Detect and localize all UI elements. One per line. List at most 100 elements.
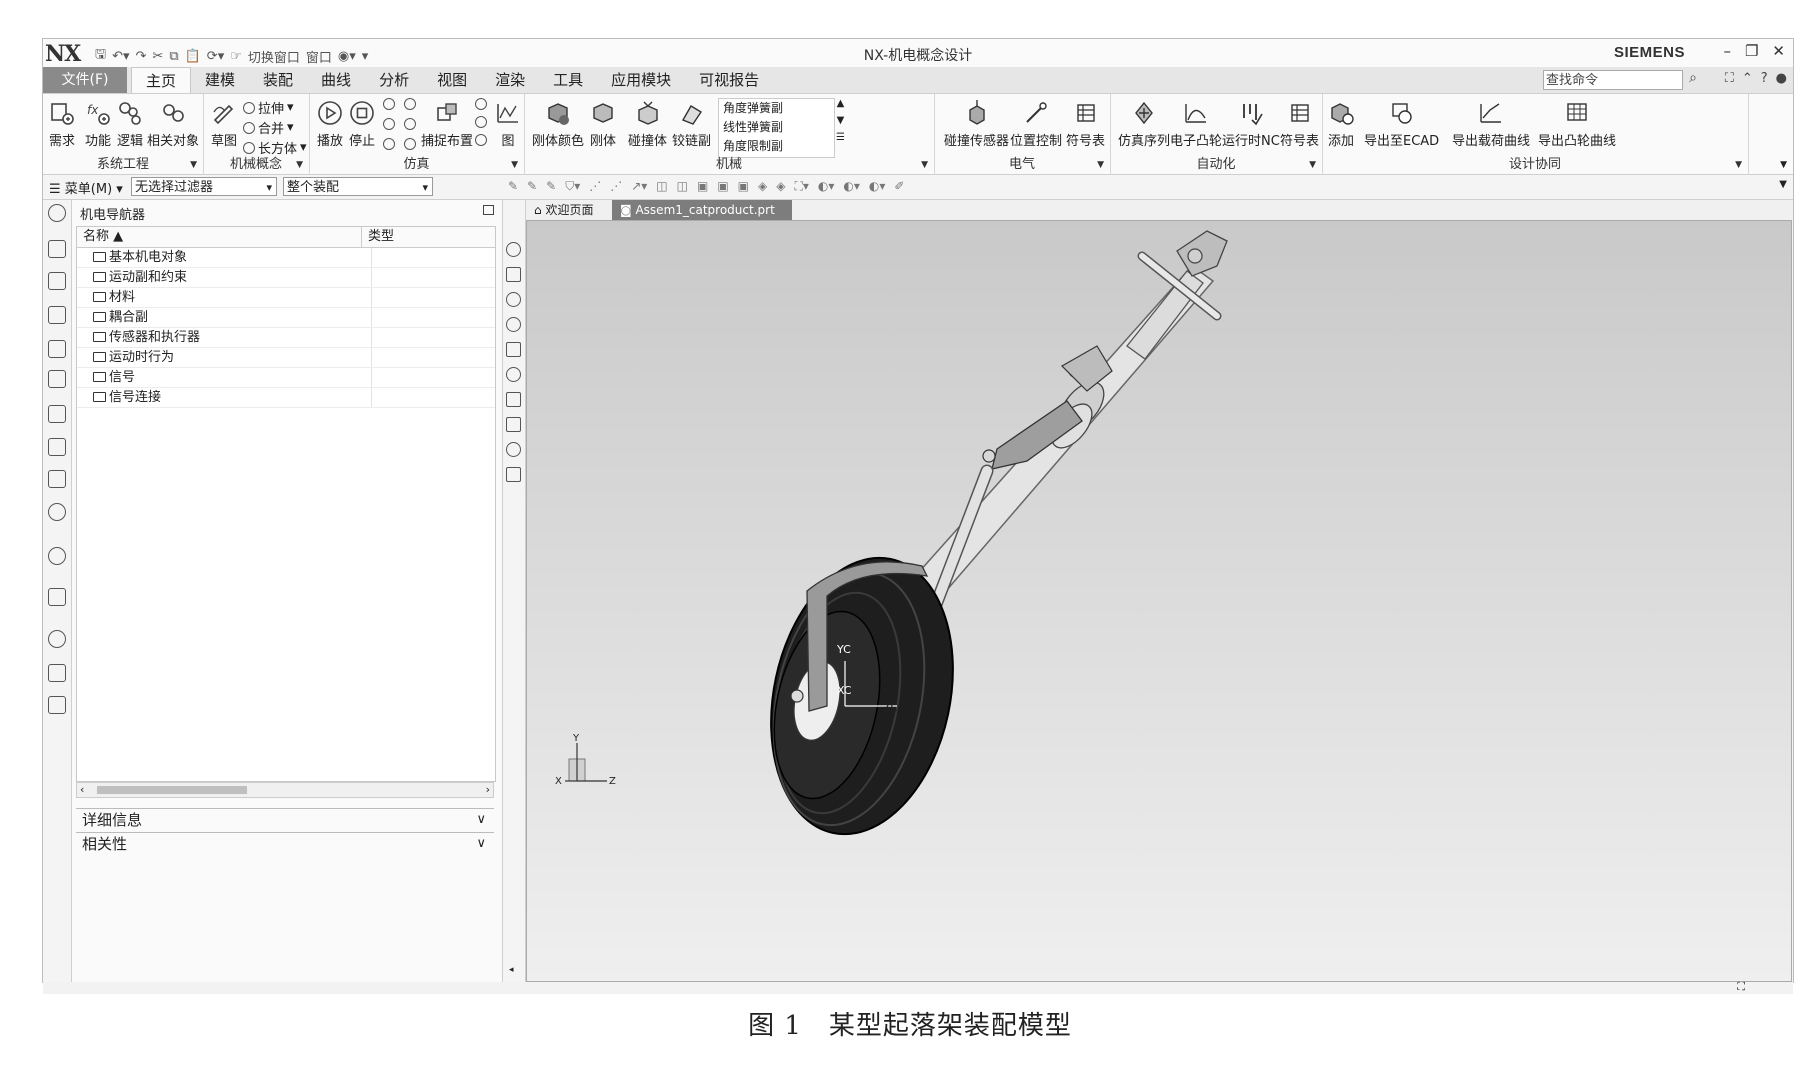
filter-icon[interactable]: ⛉▾ [565,179,580,194]
plane-icon[interactable] [506,417,521,432]
cube-icon[interactable]: ◫ [677,179,688,194]
scroll-left-icon[interactable]: ‹ [80,783,84,796]
group-caret-icon[interactable]: ▼ [190,160,197,170]
column-type-header[interactable]: 类型 [362,227,394,247]
snap-icon[interactable]: ✎ [546,179,556,194]
graphics-viewport[interactable]: YC XC ZC Y X Z [526,220,1792,982]
point-icon[interactable]: ⋰ [610,179,622,194]
collision-body-button[interactable]: 碰撞体 [628,100,667,149]
tool-icon[interactable] [506,442,521,457]
requirement-button[interactable]: 需求 [49,100,75,149]
unite-button[interactable]: 合并 ▾ [243,118,294,137]
tree-row[interactable]: 运动时行为 [77,348,495,368]
group-caret-icon[interactable]: ▼ [1097,160,1104,170]
sim-step-icon[interactable] [383,138,416,150]
tab-curve[interactable]: 曲线 [307,67,365,93]
command-search-input[interactable]: 查找命令 [1543,70,1683,90]
assembly-icon[interactable] [48,405,66,423]
menu-button[interactable]: ☰ 菜单(M) ▾ [49,178,123,197]
fullscreen-icon[interactable]: ⛶ [1737,980,1745,994]
runtime-nc-button[interactable]: 运行时NC [1222,100,1280,149]
rigid-body-color-button[interactable]: 刚体颜色 [532,100,584,149]
simulation-sequence-button[interactable]: 仿真序列 [1118,100,1170,149]
add-button[interactable]: 添加 [1328,100,1354,149]
tab-visual-report[interactable]: 可视报告 [685,67,773,93]
gallery-scroll[interactable]: ▲ ▼ ☰ [836,98,845,143]
tree-row[interactable]: 材料 [77,288,495,308]
snap-icon[interactable]: ✎ [527,179,537,194]
fit-view-icon[interactable] [506,467,521,482]
document-icon[interactable] [506,392,521,407]
tree-row[interactable]: 运动副和约束 [77,268,495,288]
shade-icon[interactable]: ◈ [758,179,767,194]
settings-icon[interactable] [48,204,66,222]
tree-row[interactable]: 基本机电对象 [77,248,495,268]
point-icon[interactable]: ⋰ [589,179,601,194]
related-objects-button[interactable]: 相关对象 [147,100,199,149]
group-caret-icon[interactable]: ▼ [296,160,303,170]
electronic-cam-button[interactable]: 电子凸轮 [1170,100,1222,149]
measure-icon[interactable]: ✐ [894,179,904,194]
tab-tools[interactable]: 工具 [539,67,597,93]
shape-icon[interactable] [506,317,521,332]
tab-analysis[interactable]: 分析 [365,67,423,93]
position-control-button[interactable]: 位置控制 [1010,100,1062,149]
logic-button[interactable]: 逻辑 [117,100,143,149]
group-caret-icon[interactable]: ▼ [1735,160,1742,170]
block-icon[interactable] [48,470,66,488]
sketch-button[interactable]: 草图 [211,100,237,149]
automation-symbol-table-button[interactable]: 符号表 [1280,100,1319,149]
horizontal-scrollbar[interactable]: ‹ › [76,782,494,798]
linear-spring-joint-item[interactable]: 线性弹簧副 [719,118,834,137]
tab-assembly[interactable]: 装配 [249,67,307,93]
group-caret-icon[interactable]: ▼ [511,160,518,170]
sim-extra-icons[interactable] [475,98,487,146]
selection-scope-select[interactable]: 整个装配 [283,177,433,197]
tab-assembly-file[interactable]: ◙ Assem1_catproduct.prt [612,200,792,220]
play-icon[interactable] [506,242,521,257]
export-load-curve-button[interactable]: 导出载荷曲线 [1452,100,1530,149]
part-list-icon[interactable] [48,340,66,358]
sim-record-icon[interactable] [383,98,416,110]
new-tab-icon[interactable] [506,267,521,282]
extrude-button[interactable]: 拉伸 ▾ [243,98,294,117]
arrow-select-icon[interactable]: ↗▾ [631,179,647,194]
shape-icon[interactable] [48,438,66,456]
tab-welcome-page[interactable]: ⌂ 欢迎页面 [526,200,601,220]
collapse-left-icon[interactable]: ◂ [509,965,514,975]
tree-row[interactable]: 信号连接 [77,388,495,408]
fullscreen-icon[interactable]: ⛶ [1725,71,1734,86]
view-icon[interactable]: ▣ [738,179,749,194]
collision-sensor-button[interactable]: 碰撞传感器 [944,100,1009,149]
tab-view[interactable]: 视图 [423,67,481,93]
sim-pause-icon[interactable] [383,118,416,130]
tab-render[interactable]: 渲染 [481,67,539,93]
details-panel-header[interactable]: 详细信息 ∨ [76,808,494,830]
view-icon[interactable]: ▣ [697,179,708,194]
function-button[interactable]: fx 功能 [85,100,111,149]
minimize-icon[interactable]: – [1723,42,1731,60]
cube-icon[interactable] [48,370,66,388]
view-icon[interactable]: ▣ [717,179,728,194]
stop-button[interactable]: 停止 [349,100,375,149]
graph-button[interactable]: 图 [495,100,521,149]
globe-icon[interactable] [48,547,66,565]
physics-navigator-icon[interactable] [48,272,66,290]
group-caret-icon[interactable]: ▼ [1309,160,1316,170]
tree-row[interactable]: 耦合副 [77,308,495,328]
hinge-joint-button[interactable]: 铰链副 [672,100,711,149]
selbar-caret-icon[interactable]: ▼ [1779,179,1787,190]
scroll-right-icon[interactable]: › [486,783,490,796]
ruler-icon[interactable] [506,342,521,357]
render-icon[interactable]: ◐▾ [818,179,835,194]
shade-icon[interactable]: ◈ [776,179,785,194]
tree-row[interactable]: 传感器和执行器 [77,328,495,348]
collapse-ribbon-icon[interactable]: ⌃ [1742,71,1753,86]
help-icon[interactable]: ? [1761,71,1768,86]
selection-filter-select[interactable]: 无选择过滤器 [131,177,277,197]
tab-modeling[interactable]: 建模 [191,67,249,93]
search-icon[interactable]: ⌕ [1689,70,1697,86]
angular-spring-joint-item[interactable]: 角度弹簧副 [719,99,834,118]
scroll-thumb[interactable] [97,786,247,794]
column-name-header[interactable]: 名称 ▲ [77,227,362,247]
